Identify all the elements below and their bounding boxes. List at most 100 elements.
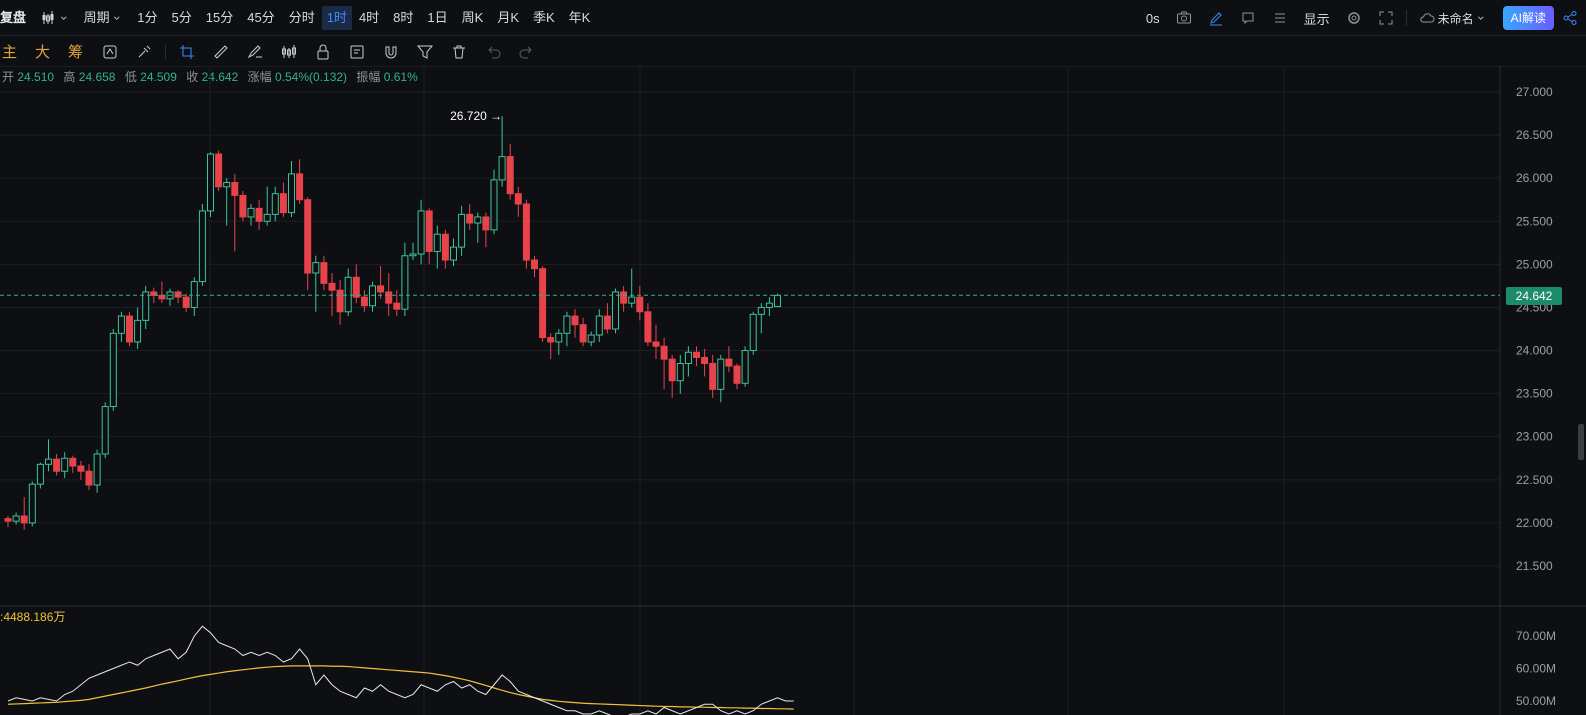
- period-month[interactable]: 月K: [490, 6, 526, 30]
- pane-resize-handle[interactable]: [1578, 424, 1584, 460]
- candle-body: [198, 210, 206, 283]
- period-1min[interactable]: 1分: [130, 6, 164, 30]
- candle-body: [555, 332, 563, 343]
- period-5min[interactable]: 5分: [165, 6, 199, 30]
- period-dropdown[interactable]: 周期: [77, 6, 131, 30]
- list-button[interactable]: [1264, 0, 1296, 36]
- y-tick-label: 23.500: [1516, 387, 1553, 401]
- candle-body: [182, 296, 190, 308]
- candle-body: [628, 296, 636, 304]
- window-button[interactable]: [1232, 0, 1264, 36]
- candle-body: [425, 210, 433, 252]
- candle-body: [506, 156, 514, 195]
- candle-body: [733, 365, 741, 384]
- candle-body: [514, 193, 522, 205]
- chart-type-button[interactable]: [33, 6, 77, 30]
- candle-body: [12, 515, 20, 522]
- candle-body: [441, 233, 449, 261]
- chevron-down-icon: [60, 16, 67, 20]
- candle-body: [474, 216, 482, 224]
- seconds-display: 0s: [1145, 10, 1160, 26]
- candle-body: [377, 285, 385, 293]
- crop-icon[interactable]: [178, 43, 196, 61]
- y-tick-label: 25.000: [1516, 257, 1553, 271]
- candle-body: [279, 193, 287, 214]
- layout-name-dropdown[interactable]: 未命名: [1411, 0, 1495, 36]
- y-tick-label: 24.000: [1516, 344, 1553, 358]
- volume-ma-line: [7, 665, 794, 710]
- indicator-main[interactable]: 主: [2, 41, 27, 62]
- redo-icon[interactable]: [518, 43, 536, 61]
- candle-body: [158, 294, 166, 300]
- period-1d[interactable]: 1日: [420, 6, 454, 30]
- ruler-icon[interactable]: [212, 43, 230, 61]
- magnet-icon[interactable]: [382, 43, 400, 61]
- candle-body: [4, 518, 12, 522]
- layout-name: 未命名: [1437, 11, 1474, 26]
- candle-body: [571, 315, 579, 326]
- candle-body: [126, 315, 133, 343]
- candle-body: [247, 207, 255, 218]
- settings-button[interactable]: [1338, 0, 1370, 36]
- period-4h[interactable]: 4时: [352, 6, 386, 30]
- candle-body: [595, 315, 603, 336]
- candle-body: [660, 345, 668, 360]
- period-45min[interactable]: 45分: [240, 6, 281, 30]
- period-15min[interactable]: 15分: [199, 6, 240, 30]
- indicator-chips[interactable]: 筹: [68, 41, 93, 62]
- compare-icon[interactable]: [101, 43, 119, 61]
- candlestick-chart[interactable]: 27.00026.50026.00025.50025.00024.50024.0…: [0, 66, 1586, 715]
- divider: [165, 43, 167, 60]
- period-quarter[interactable]: 季K: [526, 6, 562, 30]
- bars-icon[interactable]: [280, 43, 298, 61]
- y-tick-label: 26.500: [1516, 128, 1553, 142]
- draw-button[interactable]: [1200, 0, 1232, 36]
- candle-body: [385, 291, 393, 304]
- candle-body: [53, 458, 61, 472]
- note-icon[interactable]: [348, 43, 366, 61]
- y-tick-label: 27.000: [1516, 85, 1553, 99]
- filter-icon[interactable]: [416, 43, 434, 61]
- lock-icon[interactable]: [314, 43, 332, 61]
- ai-interpret-button[interactable]: AI解读: [1502, 6, 1554, 30]
- period-year[interactable]: 年K: [562, 6, 598, 30]
- line-pen-icon[interactable]: [246, 43, 264, 61]
- candle-body: [450, 246, 457, 261]
- candle-body: [271, 193, 279, 215]
- trash-icon[interactable]: [450, 43, 468, 61]
- period-week[interactable]: 周K: [455, 6, 491, 30]
- period-1h[interactable]: 1时: [321, 5, 352, 30]
- screenshot-button[interactable]: [1168, 0, 1200, 36]
- candle-body: [725, 358, 733, 367]
- candle-body: [668, 358, 676, 382]
- candle-body: [579, 324, 587, 343]
- candle-body: [393, 302, 401, 310]
- candle-body: [401, 255, 409, 310]
- candle-body: [328, 282, 336, 291]
- candle-body: [603, 315, 611, 330]
- candle-body: [344, 276, 352, 313]
- candle-body: [207, 153, 214, 212]
- volume-tick-label: 60.00M: [1516, 662, 1556, 676]
- candle-body: [701, 356, 709, 364]
- display-button[interactable]: 显示: [1296, 0, 1338, 36]
- pen-icon: [1209, 12, 1222, 26]
- candle-body: [409, 253, 417, 257]
- y-tick-label: 25.500: [1516, 214, 1553, 228]
- candle-body: [20, 515, 28, 524]
- undo-icon[interactable]: [484, 43, 502, 61]
- candle-body: [336, 289, 344, 313]
- share-button[interactable]: [1554, 0, 1586, 36]
- fullscreen-icon: [1379, 11, 1393, 25]
- candle-body: [28, 483, 36, 524]
- candle-body: [231, 181, 239, 196]
- brush-icon[interactable]: [135, 43, 153, 61]
- gear-icon: [1347, 12, 1360, 24]
- candle-body: [417, 210, 425, 255]
- indicator-big[interactable]: 大: [35, 41, 60, 62]
- period-intraday[interactable]: 分时: [282, 6, 322, 30]
- replay-button[interactable]: 复盘: [0, 6, 33, 30]
- fullscreen-button[interactable]: [1370, 0, 1402, 36]
- candle-body: [539, 268, 547, 339]
- period-8h[interactable]: 8时: [386, 6, 420, 30]
